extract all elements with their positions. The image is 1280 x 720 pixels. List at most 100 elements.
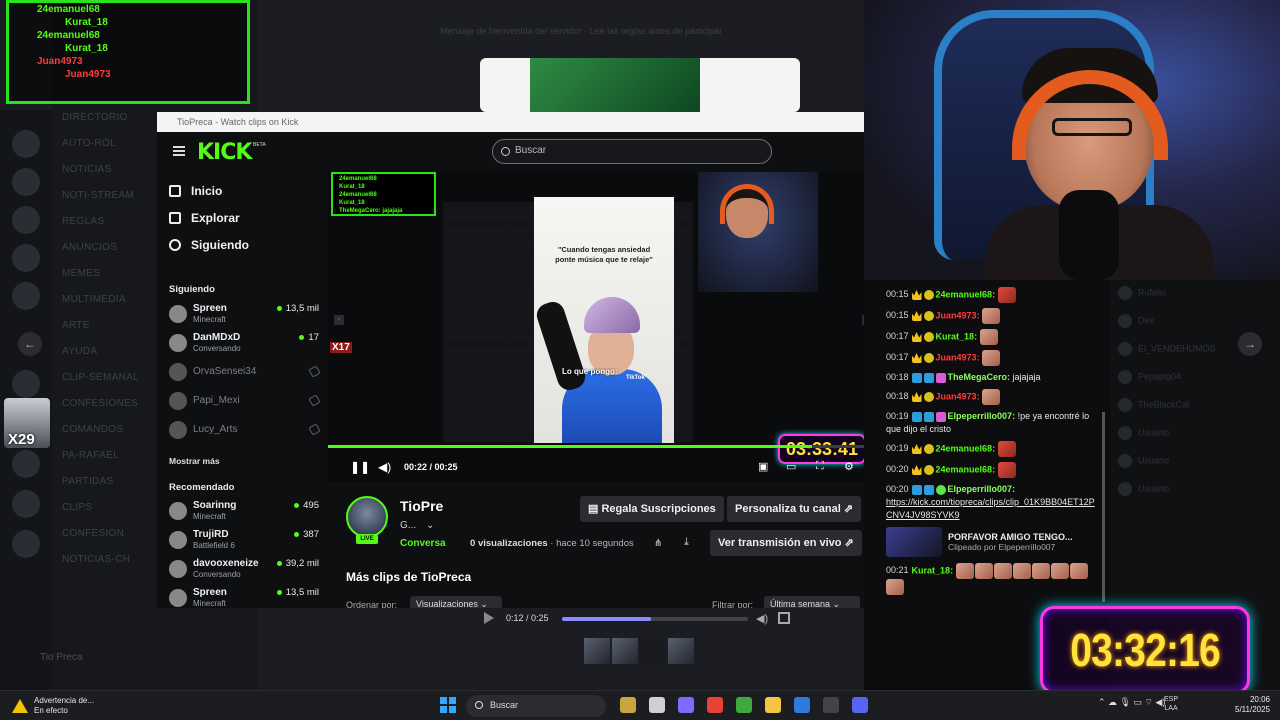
chat-username[interactable]: 24emanuel68 — [936, 464, 993, 474]
nav-item-inicio[interactable]: Inicio — [169, 184, 222, 198]
video-progress-bar[interactable] — [328, 445, 864, 448]
background-channel[interactable]: CLIPS — [62, 502, 92, 513]
background-channel[interactable]: PA-RAFAEL — [62, 450, 119, 461]
game-app-icon[interactable] — [620, 697, 636, 713]
kick-logo[interactable]: KICK — [197, 140, 252, 165]
sidebar-channel-danmdxd[interactable]: DanMDxD Conversando 17 — [169, 332, 319, 356]
background-channel[interactable]: ANUNCIOS — [62, 242, 117, 253]
gift-subs-button[interactable]: ▤ Regala Suscripciones — [580, 496, 724, 522]
background-channel[interactable]: DIRECTORIO — [62, 112, 128, 123]
discord-icon[interactable] — [852, 697, 868, 713]
chat-username[interactable]: 24emanuel68 — [936, 443, 993, 453]
background-channel[interactable]: NOTI-STREAM — [62, 190, 134, 201]
show-more-link[interactable]: Mostrar más — [169, 456, 220, 466]
background-channel[interactable]: REGLAS — [62, 216, 104, 227]
chat-username[interactable]: Juan4973 — [936, 352, 977, 362]
sidebar-channel-orvasensei34[interactable]: OrvaSensei34 — [169, 361, 321, 385]
channel-category[interactable]: Conversa — [400, 538, 446, 549]
server-icon[interactable] — [12, 370, 40, 398]
background-channel[interactable]: MEMES — [62, 268, 100, 279]
chat-username[interactable]: Elpeperrillo007 — [948, 484, 1013, 494]
background-channel[interactable]: COMANDOS — [62, 424, 123, 435]
download-icon[interactable]: ⤓ — [684, 536, 689, 549]
theater-icon[interactable]: ▭ — [786, 460, 796, 473]
search-input[interactable]: Buscar — [492, 139, 772, 164]
sidebar-channel-davooxeneize[interactable]: davooxeneize Conversando 39,2 mil — [169, 558, 319, 582]
pip-icon[interactable]: ▣ — [758, 460, 768, 473]
watch-live-button[interactable]: Ver transmisión en vivo ⇗ — [710, 530, 862, 556]
background-channel[interactable]: NOTICIAS — [62, 164, 112, 175]
sidebar-channel-papi_mexi[interactable]: Papi_Mexi — [169, 390, 321, 414]
sidebar-channel-spreen[interactable]: Spreen Minecraft 13,5 mil — [169, 303, 319, 327]
nav-item-siguiendo[interactable]: Siguiendo — [169, 238, 249, 252]
system-tray[interactable]: ⌃ ☁ 🎙 ▭ ⌔ ◀) — [1098, 697, 1165, 708]
chevron-down-icon[interactable]: ⌄ — [426, 520, 434, 531]
clip-preview-card[interactable]: PORFAVOR AMIGO TENGO... Clipeado por Elp… — [886, 527, 1099, 557]
chrome-icon[interactable] — [707, 697, 723, 713]
server-icon[interactable] — [12, 530, 40, 558]
background-channel[interactable]: AUTO-ROL — [62, 138, 116, 149]
channel-name[interactable]: TioPre — [400, 498, 443, 514]
chat-username[interactable]: 24emanuel68 — [936, 289, 993, 299]
sidebar-channel-trujird[interactable]: TrujiRD Battlefield 6 387 — [169, 529, 319, 553]
pause-icon[interactable]: ❚❚ — [350, 460, 370, 474]
chat-username[interactable]: Elpeperrillo007 — [948, 411, 1013, 421]
server-icon[interactable] — [12, 244, 40, 272]
language-indicator[interactable]: ESP LAA — [1164, 695, 1178, 713]
background-member[interactable]: Rufelio — [1118, 286, 1166, 300]
nav-item-explorar[interactable]: Explorar — [169, 211, 240, 225]
settings-icon[interactable]: ⚙ — [844, 460, 854, 473]
obs-icon[interactable] — [823, 697, 839, 713]
windows-start-icon[interactable] — [440, 697, 456, 713]
taskbar-search[interactable]: Buscar — [466, 695, 606, 717]
sidebar-channel-spreen[interactable]: Spreen Minecraft 13,5 mil — [169, 587, 319, 608]
background-member[interactable]: Usuario — [1118, 426, 1169, 440]
background-channel[interactable]: CONFESIONES — [62, 398, 138, 409]
order-select[interactable]: Visualizaciones ⌄ — [410, 596, 502, 608]
chat-username[interactable]: Juan4973 — [936, 310, 977, 320]
play-icon[interactable] — [484, 612, 494, 624]
server-icon[interactable] — [12, 168, 40, 196]
background-member[interactable]: El_VENDEHUMOS — [1118, 342, 1216, 356]
server-icon[interactable] — [12, 130, 40, 158]
background-channel[interactable]: ARTE — [62, 320, 90, 331]
volume-icon[interactable]: ◀) — [378, 460, 391, 474]
chat-username[interactable]: Kurat_18 — [936, 331, 975, 341]
customize-channel-button[interactable]: Personaliza tu canal ⇗ — [727, 496, 862, 522]
background-channel[interactable]: CONFESION — [62, 528, 124, 539]
sidebar-channel-soarinng[interactable]: Soarinng Minecraft 495 — [169, 500, 319, 524]
background-channel[interactable]: AYUDA — [62, 346, 97, 357]
thumbnail[interactable] — [668, 638, 694, 664]
chat-username[interactable]: TheMegaCero — [948, 372, 1008, 382]
background-member[interactable]: Pepapig04 — [1118, 370, 1181, 384]
thumbnail[interactable] — [612, 638, 638, 664]
sidebar-channel-lucy_arts[interactable]: Lucy_Arts — [169, 419, 321, 443]
arrow-left-icon[interactable]: ← — [18, 332, 42, 356]
server-icon[interactable] — [12, 450, 40, 478]
outer-progress[interactable] — [562, 617, 748, 621]
background-channel[interactable]: PARTIDAS — [62, 476, 114, 487]
channel-avatar[interactable] — [346, 496, 388, 538]
filter-select[interactable]: Última semana ⌄ — [764, 596, 860, 608]
fullscreen-icon[interactable]: ⛶ — [816, 460, 824, 473]
weather-warning[interactable]: Advertencia de... En efecto — [12, 696, 94, 716]
background-member[interactable]: Usuario — [1118, 454, 1169, 468]
clock[interactable]: 20:06 5/11/2025 — [1226, 695, 1270, 715]
minecraft-icon[interactable] — [736, 697, 752, 713]
server-icon[interactable] — [12, 490, 40, 518]
background-channel[interactable]: MULTIMEDIA — [62, 294, 126, 305]
background-member[interactable]: Usuario — [1118, 482, 1169, 496]
store-icon[interactable] — [794, 697, 810, 713]
server-icon[interactable] — [12, 282, 40, 310]
folder-icon[interactable] — [765, 697, 781, 713]
volume-icon[interactable]: ◀) — [756, 612, 768, 625]
background-channel[interactable]: CLIP-SEMANAL — [62, 372, 139, 383]
background-member[interactable]: TheBlackCat — [1118, 398, 1190, 412]
background-member[interactable]: Dex — [1118, 314, 1154, 328]
thumbnail[interactable] — [640, 638, 666, 664]
fullscreen-icon[interactable] — [778, 612, 790, 624]
menu-icon[interactable] — [173, 146, 185, 156]
clip-player[interactable]: 24emanuel68 Kurat_18 24emanuel68 Kurat_18 Th… — [328, 172, 864, 482]
task-view-icon[interactable] — [649, 697, 665, 713]
chat-username[interactable]: Kurat_18 — [912, 565, 951, 575]
